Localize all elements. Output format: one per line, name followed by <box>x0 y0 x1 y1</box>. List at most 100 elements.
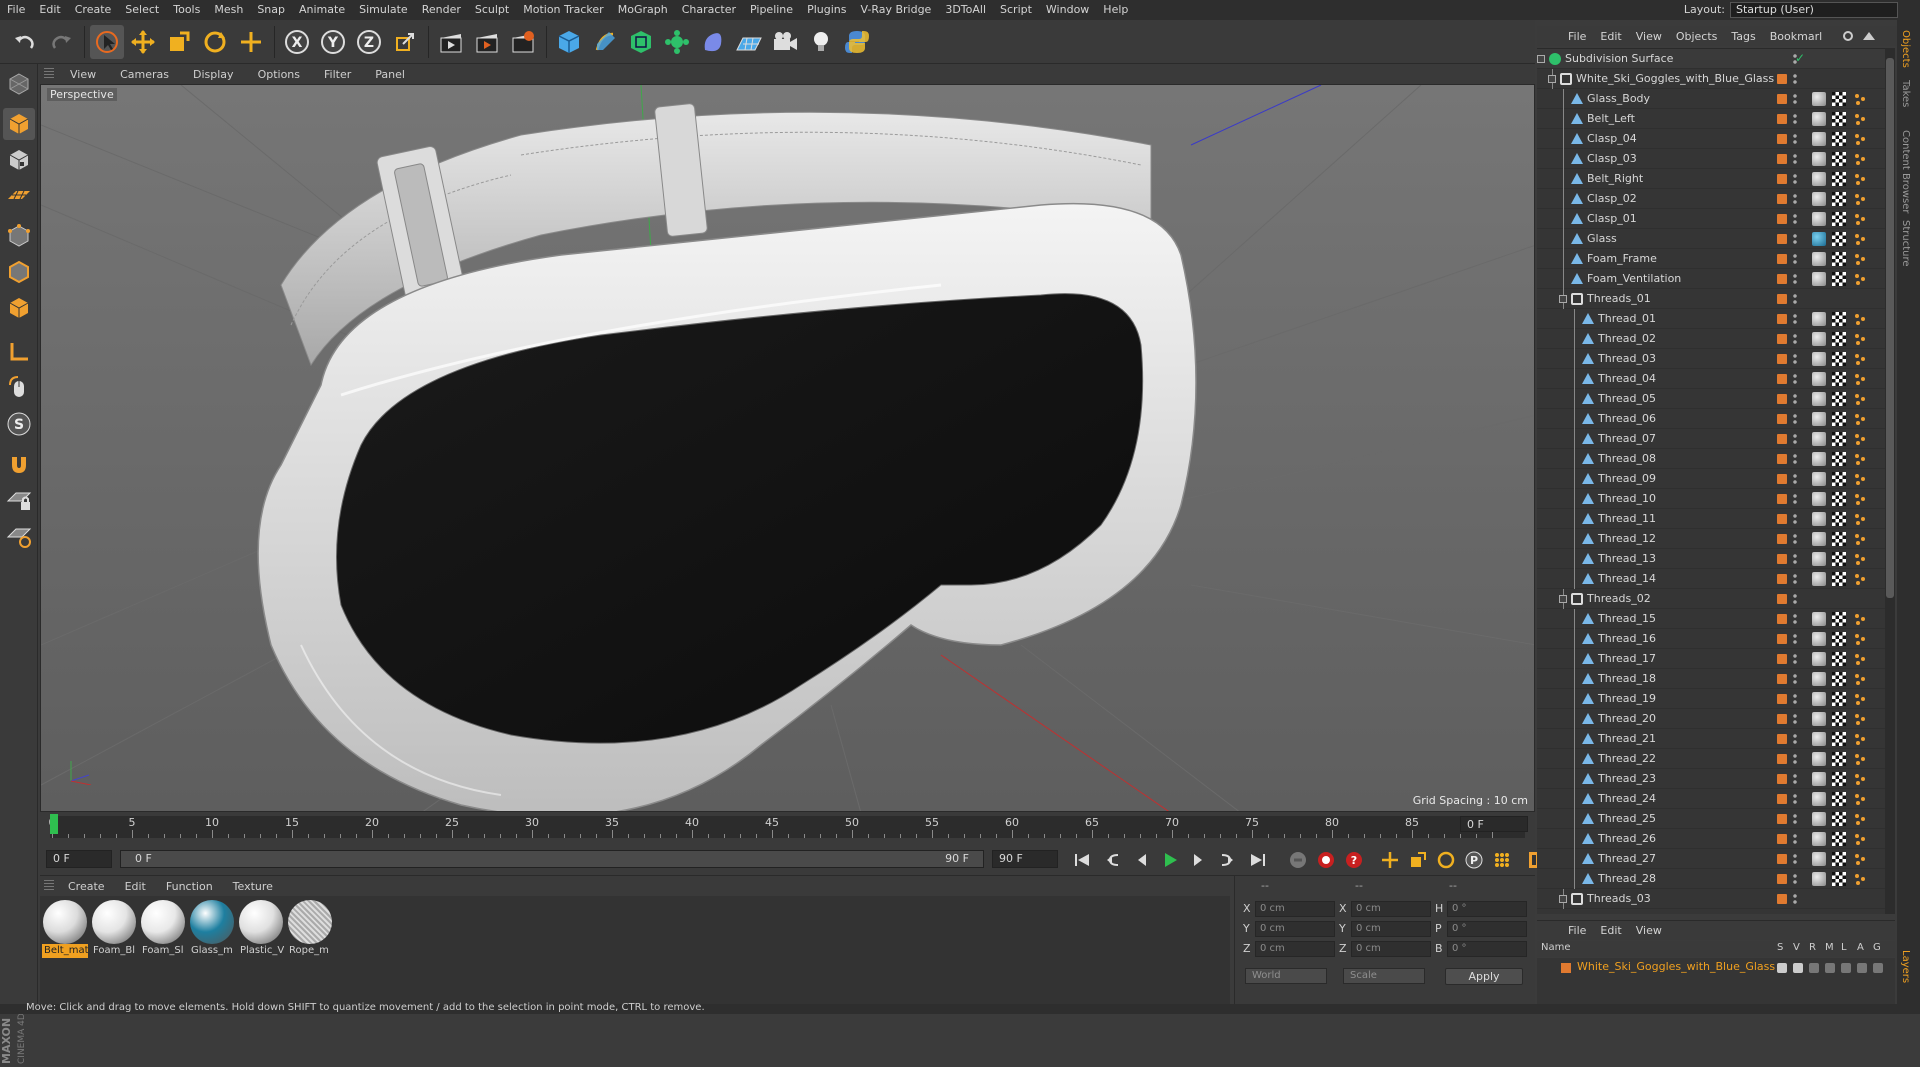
menu-sculpt[interactable]: Sculpt <box>468 0 516 20</box>
layer-color-tag[interactable] <box>1777 454 1787 464</box>
menu-character[interactable]: Character <box>675 0 743 20</box>
side-tab-content-browser[interactable]: Content Browser <box>1900 130 1911 213</box>
layer-color-tag[interactable] <box>1777 274 1787 284</box>
layer-color-tag[interactable] <box>1777 694 1787 704</box>
visibility-dots[interactable] <box>1793 713 1797 725</box>
uv-tag-icon[interactable] <box>1832 752 1846 766</box>
visibility-dots[interactable] <box>1793 733 1797 745</box>
selection-tag-icon[interactable] <box>1853 512 1867 526</box>
end-frame-field[interactable]: 90 F <box>992 850 1058 868</box>
side-tab-objects[interactable]: Objects <box>1900 30 1911 68</box>
material-tag-icon[interactable] <box>1812 672 1826 686</box>
uv-tag-icon[interactable] <box>1832 172 1846 186</box>
add-cube-button[interactable] <box>552 25 586 59</box>
layer-color-tag[interactable] <box>1777 314 1787 324</box>
uv-tag-icon[interactable] <box>1832 372 1846 386</box>
visibility-dots[interactable] <box>1793 493 1797 505</box>
timeline[interactable]: 051015202530354045505560657075808590 0 F <box>40 812 1535 842</box>
planar-workplane-button[interactable] <box>3 520 35 552</box>
add-camera-button[interactable] <box>768 25 802 59</box>
object-row[interactable]: Thread_07 <box>1537 429 1895 449</box>
start-frame-field[interactable]: 0 F <box>46 850 112 868</box>
object-row[interactable]: Thread_26 <box>1537 829 1895 849</box>
points-mode-button[interactable] <box>3 220 35 252</box>
layer-color-tag[interactable] <box>1777 254 1787 264</box>
visibility-dots[interactable] <box>1793 853 1797 865</box>
selection-tag-icon[interactable] <box>1853 152 1867 166</box>
expand-toggle-icon[interactable] <box>1548 75 1556 83</box>
selection-tag-icon[interactable] <box>1853 552 1867 566</box>
add-generator-button[interactable] <box>624 25 658 59</box>
object-row[interactable]: Thread_17 <box>1537 649 1895 669</box>
layer-flag-toggle[interactable] <box>1809 963 1819 973</box>
menu-render[interactable]: Render <box>415 0 468 20</box>
menu-motion-tracker[interactable]: Motion Tracker <box>516 0 610 20</box>
uv-tag-icon[interactable] <box>1832 272 1846 286</box>
visibility-dots[interactable] <box>1793 833 1797 845</box>
current-frame-field[interactable]: 0 F <box>1460 816 1528 832</box>
visibility-dots[interactable] <box>1793 613 1797 625</box>
uv-tag-icon[interactable] <box>1832 712 1846 726</box>
menu-select[interactable]: Select <box>118 0 166 20</box>
uv-tag-icon[interactable] <box>1832 612 1846 626</box>
object-row[interactable]: Thread_12 <box>1537 529 1895 549</box>
material-plastic-v[interactable]: Plastic_V <box>238 900 284 962</box>
selection-tag-icon[interactable] <box>1853 532 1867 546</box>
layer-flag-toggle[interactable] <box>1777 963 1787 973</box>
object-row[interactable]: Glass_Body <box>1537 89 1895 109</box>
visibility-dots[interactable] <box>1793 93 1797 105</box>
uv-tag-icon[interactable] <box>1832 492 1846 506</box>
visibility-dots[interactable] <box>1793 133 1797 145</box>
object-row[interactable]: Threads_03 <box>1537 889 1895 909</box>
visibility-dots[interactable] <box>1793 173 1797 185</box>
selection-tag-icon[interactable] <box>1853 312 1867 326</box>
layer-color-tag[interactable] <box>1777 214 1787 224</box>
uv-tag-icon[interactable] <box>1832 152 1846 166</box>
layer-color-tag[interactable] <box>1777 154 1787 164</box>
expand-toggle-icon[interactable] <box>1559 595 1567 603</box>
uv-tag-icon[interactable] <box>1832 452 1846 466</box>
visibility-dots[interactable] <box>1793 453 1797 465</box>
visibility-dots[interactable] <box>1793 593 1797 605</box>
visibility-dots[interactable] <box>1793 213 1797 225</box>
visibility-dots[interactable] <box>1793 653 1797 665</box>
menu-pipeline[interactable]: Pipeline <box>743 0 800 20</box>
coords-rot-field[interactable]: 0 ° <box>1447 941 1527 957</box>
object-row[interactable]: Belt_Right <box>1537 169 1895 189</box>
layer-color-tag[interactable] <box>1777 554 1787 564</box>
prev-frame-button[interactable] <box>1130 848 1154 872</box>
undo-button[interactable] <box>8 25 42 59</box>
uv-tag-icon[interactable] <box>1832 132 1846 146</box>
selection-tag-icon[interactable] <box>1853 732 1867 746</box>
layer-color-tag[interactable] <box>1777 654 1787 664</box>
home-icon[interactable] <box>1863 32 1876 40</box>
object-menu-tags[interactable]: Tags <box>1724 30 1762 43</box>
object-row[interactable]: Subdivision Surface ✓ <box>1537 49 1895 69</box>
material-tag-icon[interactable] <box>1812 772 1826 786</box>
snap-button[interactable]: S <box>3 408 35 440</box>
viewport-drag-handle[interactable] <box>44 68 54 80</box>
polygons-mode-button[interactable] <box>3 292 35 324</box>
transform-tool-button[interactable] <box>234 25 268 59</box>
uv-tag-icon[interactable] <box>1832 192 1846 206</box>
layer-menu-edit[interactable]: Edit <box>1593 924 1628 937</box>
uv-tag-icon[interactable] <box>1832 552 1846 566</box>
object-row[interactable]: Thread_16 <box>1537 629 1895 649</box>
object-row[interactable]: Thread_15 <box>1537 609 1895 629</box>
visibility-dots[interactable] <box>1793 153 1797 165</box>
object-row[interactable]: Thread_28 <box>1537 869 1895 889</box>
selection-tag-icon[interactable] <box>1853 812 1867 826</box>
material-tag-icon[interactable] <box>1812 232 1826 246</box>
visibility-dots[interactable] <box>1793 353 1797 365</box>
uv-tag-icon[interactable] <box>1832 532 1846 546</box>
uv-tag-icon[interactable] <box>1832 792 1846 806</box>
layer-color-tag[interactable] <box>1777 734 1787 744</box>
selection-tag-icon[interactable] <box>1853 872 1867 886</box>
selection-tag-icon[interactable] <box>1853 232 1867 246</box>
uv-tag-icon[interactable] <box>1832 432 1846 446</box>
edges-mode-button[interactable] <box>3 256 35 288</box>
material-tag-icon[interactable] <box>1812 212 1826 226</box>
move-tool-button[interactable] <box>126 25 160 59</box>
material-tag-icon[interactable] <box>1812 172 1826 186</box>
uv-tag-icon[interactable] <box>1832 572 1846 586</box>
